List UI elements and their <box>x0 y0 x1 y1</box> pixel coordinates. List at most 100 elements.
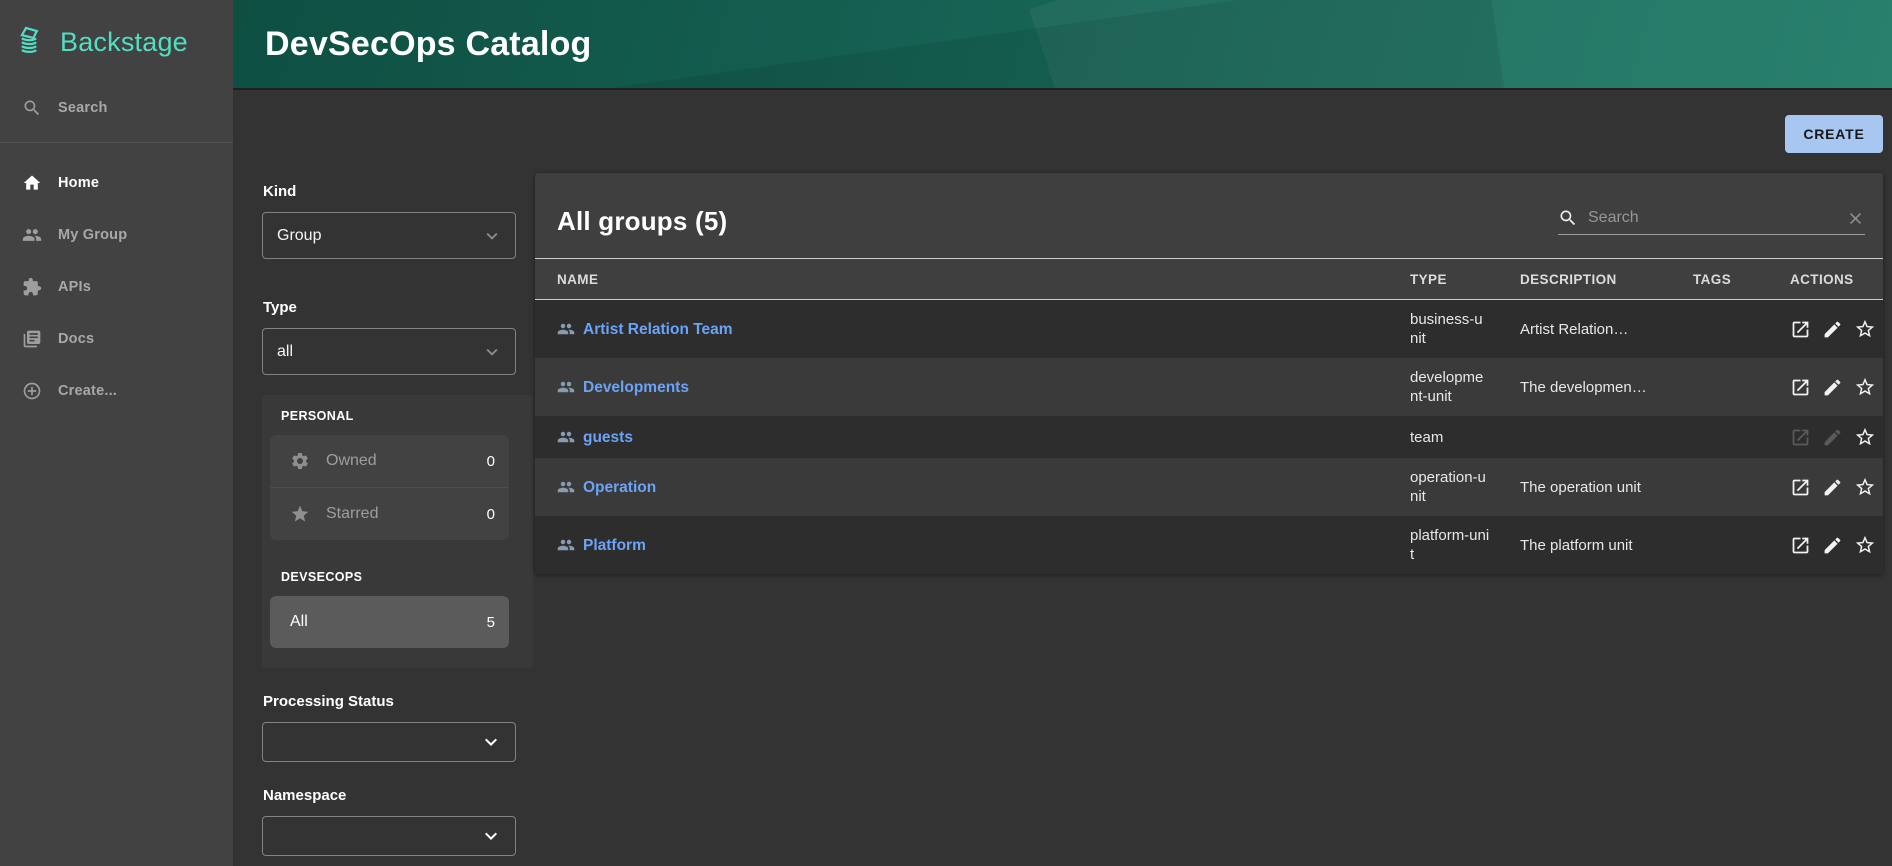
name-cell: Operation <box>557 468 1410 507</box>
search-icon <box>22 98 42 118</box>
sidebar-item-docs[interactable]: Docs <box>0 313 233 365</box>
sidebar-item-home[interactable]: Home <box>0 157 233 209</box>
devsecops-filter-card: All 5 <box>270 596 509 648</box>
tags-cell <box>1693 477 1790 497</box>
table-body: Artist Relation Team business-unit Artis… <box>535 300 1883 574</box>
filter-starred[interactable]: Starred 0 <box>270 487 509 540</box>
group-icon <box>557 378 575 396</box>
star-icon[interactable] <box>1854 318 1876 340</box>
group-icon <box>557 536 575 554</box>
namespace-select[interactable] <box>262 816 516 856</box>
type-cell: team <box>1410 418 1520 457</box>
docs-icon <box>22 329 42 349</box>
type-cell: platform-unit <box>1410 516 1520 574</box>
sidebar-item-create[interactable]: Create... <box>0 365 233 417</box>
filter-owned[interactable]: Owned 0 <box>270 435 509 487</box>
edit-icon[interactable] <box>1822 377 1843 398</box>
edit-icon[interactable] <box>1822 319 1843 340</box>
description-cell: Artist Relation… <box>1520 310 1693 349</box>
search-icon <box>1558 208 1578 228</box>
name-cell: Developments <box>557 368 1410 407</box>
description-cell <box>1520 427 1693 447</box>
entity-name-link[interactable]: Artist Relation Team <box>583 320 733 339</box>
clear-search-icon[interactable] <box>1846 209 1865 228</box>
tags-cell <box>1693 319 1790 339</box>
description-cell: The platform unit <box>1520 526 1693 565</box>
kind-filter-label: Kind <box>263 183 516 200</box>
column-header-type[interactable]: TYPE <box>1410 272 1520 287</box>
name-cell: Artist Relation Team <box>557 310 1410 349</box>
type-cell: development-unit <box>1410 358 1520 416</box>
filter-all-count: 5 <box>487 614 495 631</box>
processing-status-label: Processing Status <box>263 693 516 710</box>
type-select[interactable]: all <box>262 328 516 375</box>
brand-logo[interactable]: Backstage <box>0 0 233 60</box>
table-search <box>1558 208 1865 235</box>
group-icon <box>557 320 575 338</box>
star-icon[interactable] <box>1854 534 1876 556</box>
star-icon <box>290 504 310 524</box>
star-icon[interactable] <box>1854 376 1876 398</box>
tags-cell <box>1693 377 1790 397</box>
edit-icon[interactable] <box>1822 477 1843 498</box>
actions-cell <box>1790 466 1883 508</box>
sidebar-item-label: Create... <box>58 383 117 399</box>
namespace-label: Namespace <box>263 787 516 804</box>
entity-name-link[interactable]: Platform <box>583 536 646 555</box>
sidebar-item-apis[interactable]: APIs <box>0 261 233 313</box>
backstage-logo-icon <box>14 24 50 60</box>
edit-icon[interactable] <box>1822 427 1843 448</box>
edit-icon[interactable] <box>1822 535 1843 556</box>
home-icon <box>22 173 42 193</box>
sidebar-item-label: Home <box>58 175 99 191</box>
column-header-name[interactable]: NAME <box>557 272 1410 287</box>
open-in-new-icon[interactable] <box>1790 377 1811 398</box>
table-row: guests team <box>535 416 1883 458</box>
group-icon <box>22 225 42 245</box>
open-in-new-icon[interactable] <box>1790 427 1811 448</box>
groups-table-card: All groups (5) NAME TYPE DESCRIPTION TAG… <box>535 173 1883 574</box>
filter-all[interactable]: All 5 <box>270 596 509 648</box>
entity-name-link[interactable]: Developments <box>583 378 689 397</box>
chevron-down-icon <box>481 341 503 363</box>
brand-name: Backstage <box>60 27 188 58</box>
open-in-new-icon[interactable] <box>1790 535 1811 556</box>
table-search-input[interactable] <box>1586 208 1838 228</box>
column-header-tags[interactable]: TAGS <box>1693 272 1790 287</box>
processing-status-select[interactable] <box>262 722 516 762</box>
description-cell: The developmen… <box>1520 368 1693 407</box>
entity-name-link[interactable]: Operation <box>583 478 656 497</box>
actions-cell <box>1790 366 1883 408</box>
sidebar-item-my-group[interactable]: My Group <box>0 209 233 261</box>
sidebar: Backstage Search Home <box>0 0 233 866</box>
table-toolbar: All groups (5) <box>535 173 1883 258</box>
star-icon[interactable] <box>1854 426 1876 448</box>
sidebar-divider <box>0 142 233 143</box>
sidebar-item-search[interactable]: Search <box>0 86 233 130</box>
filter-owned-label: Owned <box>326 452 377 470</box>
gear-icon <box>290 451 310 471</box>
type-select-value: all <box>277 343 481 361</box>
tags-cell <box>1693 427 1790 447</box>
kind-select[interactable]: Group <box>262 212 516 259</box>
page-header: DevSecOps Catalog <box>233 0 1892 90</box>
plus-circle-icon <box>22 381 42 401</box>
kind-select-value: Group <box>277 227 481 245</box>
star-icon[interactable] <box>1854 476 1876 498</box>
actions-cell <box>1790 308 1883 350</box>
name-cell: Platform <box>557 526 1410 565</box>
personal-filter-panel: PERSONAL Owned 0 Starred 0 DEVSEC <box>262 395 533 668</box>
table-row: Operation operation-unit The operation u… <box>535 458 1883 516</box>
personal-section-title: PERSONAL <box>281 409 509 423</box>
open-in-new-icon[interactable] <box>1790 477 1811 498</box>
create-button[interactable]: CREATE <box>1785 115 1883 153</box>
table-header-row: NAME TYPE DESCRIPTION TAGS ACTIONS <box>535 258 1883 300</box>
filter-owned-count: 0 <box>487 453 495 470</box>
type-cell: business-unit <box>1410 300 1520 358</box>
column-header-description[interactable]: DESCRIPTION <box>1520 272 1693 287</box>
column-header-actions: ACTIONS <box>1790 272 1883 287</box>
entity-name-link[interactable]: guests <box>583 428 633 447</box>
open-in-new-icon[interactable] <box>1790 319 1811 340</box>
filter-starred-count: 0 <box>487 506 495 523</box>
table-row: Artist Relation Team business-unit Artis… <box>535 300 1883 358</box>
